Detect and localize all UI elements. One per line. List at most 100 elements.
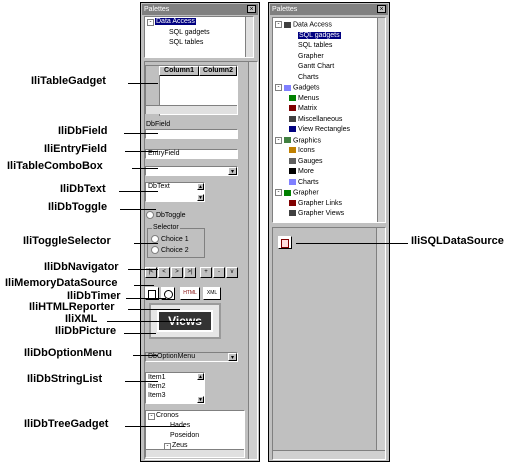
node-icon	[289, 53, 296, 59]
minus-box-icon[interactable]: -	[275, 136, 282, 144]
minus-box-icon[interactable]: -	[147, 19, 154, 26]
tree-item[interactable]: - Data Access	[275, 21, 332, 28]
callout-ilidbpicture: IliDbPicture	[55, 325, 117, 337]
table-gadget[interactable]: Column1 Column2	[145, 65, 238, 116]
tree-item[interactable]: Matrix	[289, 105, 317, 112]
tree-scrollbar[interactable]	[245, 17, 253, 57]
tree-item-label: Data Access	[293, 21, 332, 29]
tree-item[interactable]: Grapher Links	[289, 200, 342, 207]
nav-next-button[interactable]: >	[171, 267, 183, 278]
tree-item[interactable]: Gantt Chart	[289, 63, 334, 70]
db-navigator: |< < > >| + - v	[145, 267, 245, 278]
db-option-menu[interactable]: DbOptionMenu ▾	[145, 352, 238, 362]
close-icon[interactable]: ×	[247, 5, 256, 13]
nav-validate-button[interactable]: v	[226, 267, 238, 278]
tree-item[interactable]: Icons	[289, 147, 315, 154]
tree-item-label: Grapher Links	[298, 199, 342, 207]
minus-box-icon[interactable]: -	[275, 189, 282, 196]
tree-item-sql-tables[interactable]: SQL tables	[169, 39, 203, 46]
tree-item[interactable]: - Graphics	[275, 136, 321, 144]
leader-line	[128, 83, 158, 84]
tree-hscrollbar[interactable]	[146, 449, 244, 457]
tree-item-label: Matrix	[298, 105, 318, 112]
entry-field-input[interactable]: EntryField	[145, 149, 238, 159]
leader-line	[107, 321, 201, 322]
list-item[interactable]: Item1	[148, 374, 166, 381]
tree-node-cronos[interactable]: Cronos	[156, 412, 179, 419]
chevron-down-icon[interactable]: ▾	[228, 353, 237, 361]
tree-node-poseidon[interactable]: Poseidon	[170, 432, 199, 439]
radio-icon[interactable]	[151, 246, 159, 254]
list-item[interactable]: Item2	[148, 383, 166, 390]
callout-ilisqldatasource: IliSQLDataSource	[411, 235, 504, 247]
minus-box-icon[interactable]: -	[275, 21, 282, 28]
right-palette-tree[interactable]: - Data Access SQL gadgets SQL tables Grapher…	[272, 17, 386, 223]
tree-item[interactable]: - Gadgets	[275, 84, 319, 91]
xml-icon[interactable]: XML	[203, 287, 221, 300]
db-toggle[interactable]: DbToggle	[146, 211, 186, 219]
tree-item[interactable]: Charts	[289, 74, 319, 81]
callout-ilihtmlreporter: IliHTMLReporter	[29, 301, 115, 313]
tree-item-sql-gadgets[interactable]: SQL gadgets	[169, 29, 210, 36]
tree-item[interactable]: Miscellaneous	[289, 116, 342, 123]
minus-box-icon[interactable]: -	[275, 84, 282, 91]
table-header-column2[interactable]: Column2	[199, 66, 237, 76]
left-palette-titlebar[interactable]: Palettes ×	[142, 4, 258, 15]
radio-icon[interactable]	[151, 235, 159, 243]
scroll-down-icon[interactable]: ▼	[197, 194, 204, 201]
tree-item[interactable]: SQL gadgets	[289, 31, 341, 39]
scroll-up-icon[interactable]: ▲	[197, 183, 204, 190]
callout-ilimemorydatasource: IliMemoryDataSource	[5, 277, 118, 289]
leader-line	[134, 243, 158, 244]
db-string-list[interactable]: Item1 Item2 Item3 ▲ ▼	[145, 372, 205, 404]
workspace-scrollbar[interactable]	[248, 62, 257, 459]
right-palette-title: Palettes	[272, 6, 298, 13]
tree-item-data-access[interactable]: Data Access	[155, 18, 196, 25]
tree-item-label: Charts	[298, 73, 319, 81]
radio-icon[interactable]	[146, 211, 154, 219]
tree-item[interactable]: Grapher Views	[289, 210, 344, 217]
right-palette-titlebar[interactable]: Palettes ×	[270, 4, 388, 15]
callout-ilixml: IliXML	[65, 313, 98, 325]
tree-item[interactable]: - Grapher	[275, 189, 319, 196]
chevron-down-icon[interactable]: ▾	[228, 167, 237, 175]
tree-item[interactable]: Menus	[289, 95, 319, 102]
choice-1-radio[interactable]: Choice 1	[151, 235, 189, 243]
table-hscrollbar[interactable]	[146, 105, 237, 114]
node-icon	[289, 168, 296, 175]
minus-box-icon[interactable]: -	[148, 413, 155, 420]
tree-item[interactable]: View Rectangles	[289, 126, 350, 133]
db-tree-gadget[interactable]: - Cronos Hades Poseidon - Zeus	[145, 410, 245, 458]
node-icon	[289, 126, 296, 133]
close-icon[interactable]: ×	[377, 5, 386, 13]
tree-item[interactable]: Charts	[289, 179, 319, 186]
tree-item-label: Grapher	[298, 52, 324, 60]
tree-item[interactable]: Grapher	[289, 53, 324, 60]
workspace-vscrollbar[interactable]	[376, 228, 385, 452]
node-icon	[289, 63, 296, 69]
tree-item-label: Gauges	[298, 157, 323, 165]
tree-item-label: More	[298, 168, 314, 175]
left-palette-tree[interactable]: - Data Access SQL gadgets SQL tables	[144, 16, 254, 58]
sql-data-source-icon[interactable]	[278, 236, 292, 249]
choice-2-radio[interactable]: Choice 2	[151, 246, 189, 254]
tree-item[interactable]: SQL tables	[289, 42, 332, 49]
workspace-hscrollbar[interactable]	[273, 450, 385, 459]
tree-item[interactable]: More	[289, 168, 314, 175]
tree-scrollbar[interactable]	[377, 18, 385, 222]
tree-item[interactable]: Gauges	[289, 158, 323, 165]
scroll-down-icon[interactable]: ▼	[197, 396, 204, 403]
dbfield-label: DbField	[146, 121, 171, 128]
table-header-column1[interactable]: Column1	[159, 66, 199, 76]
nav-add-button[interactable]: +	[200, 267, 212, 278]
nav-last-button[interactable]: >|	[184, 267, 196, 278]
html-reporter-icon[interactable]: HTML	[180, 287, 200, 300]
nav-prev-button[interactable]: <	[158, 267, 170, 278]
nav-delete-button[interactable]: -	[213, 267, 225, 278]
db-text-area[interactable]: DbText ▲ ▼	[145, 182, 205, 202]
list-item[interactable]: Item3	[148, 392, 166, 399]
tree-node-zeus[interactable]: Zeus	[172, 442, 188, 449]
table-combo-box[interactable]: ▾	[145, 166, 238, 176]
dbfield-input[interactable]	[145, 129, 238, 139]
scroll-up-icon[interactable]: ▲	[197, 373, 204, 380]
